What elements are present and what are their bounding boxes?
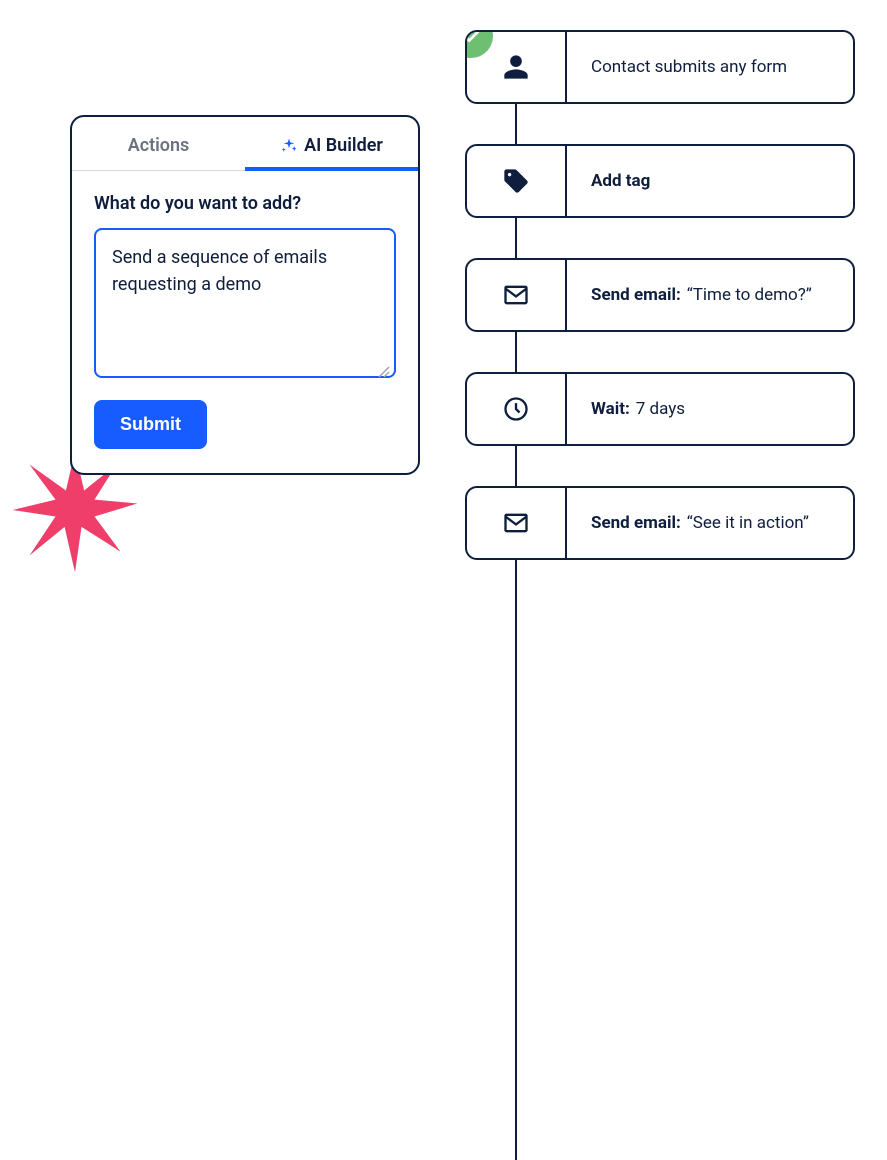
flow-node-add-tag[interactable]: Add tag — [465, 144, 855, 218]
node-label: Contact submits any form — [591, 57, 787, 77]
node-text: Add tag — [567, 146, 853, 216]
card-body: What do you want to add? Submit — [72, 171, 418, 473]
node-icon-wrap — [467, 374, 567, 444]
node-icon-wrap — [467, 488, 567, 558]
node-label-bold: Send email: — [591, 513, 681, 533]
node-label-rest: “Time to demo?” — [687, 285, 812, 305]
envelope-icon — [502, 281, 530, 309]
submit-label: Submit — [120, 414, 181, 434]
flow-node-trigger[interactable]: Contact submits any form — [465, 30, 855, 104]
node-label-bold: Send email: — [591, 285, 681, 305]
envelope-icon — [502, 509, 530, 537]
check-icon — [465, 30, 482, 47]
sparkle-icon — [280, 137, 298, 155]
tab-ai-builder[interactable]: AI Builder — [245, 117, 418, 170]
clock-icon — [502, 395, 530, 423]
node-text: Send email: “Time to demo?” — [567, 260, 853, 330]
node-icon-wrap — [467, 146, 567, 216]
person-icon — [502, 53, 530, 81]
node-label-bold: Add tag — [591, 171, 650, 191]
tab-actions[interactable]: Actions — [72, 117, 245, 170]
submit-button[interactable]: Submit — [94, 400, 207, 449]
flow-node-send-email-1[interactable]: Send email: “Time to demo?” — [465, 258, 855, 332]
tab-label: AI Builder — [304, 135, 383, 156]
node-label-rest: “See it in action” — [687, 513, 809, 533]
prompt-label: What do you want to add? — [94, 193, 396, 214]
flow-nodes: Contact submits any form Add tag Send em… — [465, 0, 865, 560]
automation-flow: Contact submits any form Add tag Send em… — [465, 0, 865, 560]
tag-icon — [502, 167, 530, 195]
flow-node-wait[interactable]: Wait: 7 days — [465, 372, 855, 446]
tabs: Actions AI Builder — [72, 117, 418, 171]
flow-node-send-email-2[interactable]: Send email: “See it in action” — [465, 486, 855, 560]
node-label-rest: 7 days — [636, 399, 685, 419]
node-label-bold: Wait: — [591, 399, 630, 419]
node-icon-wrap — [467, 260, 567, 330]
node-text: Send email: “See it in action” — [567, 488, 853, 558]
prompt-input[interactable] — [94, 228, 396, 378]
tab-label: Actions — [128, 135, 190, 156]
node-text: Contact submits any form — [567, 32, 853, 102]
node-text: Wait: 7 days — [567, 374, 853, 444]
ai-builder-panel: Actions AI Builder What do you want to a… — [70, 115, 420, 475]
